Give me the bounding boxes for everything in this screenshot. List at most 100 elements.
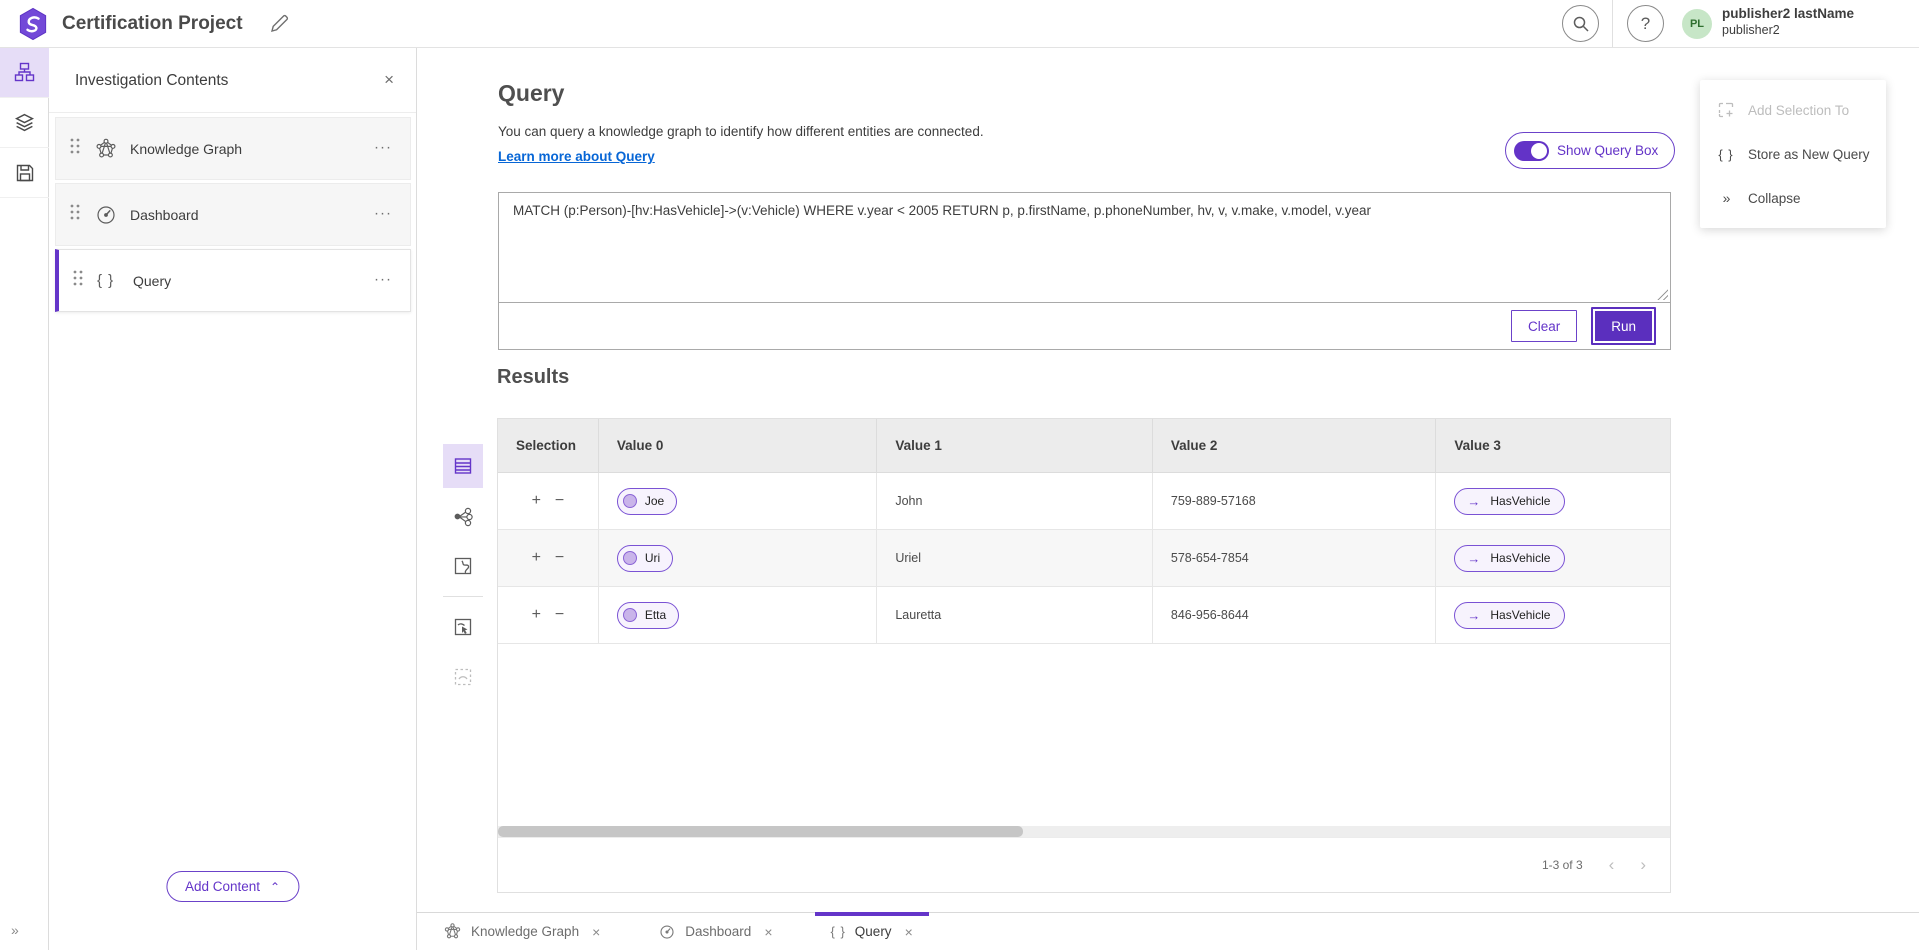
panel-header: Investigation Contents × <box>49 48 416 113</box>
tab-knowledge-graph[interactable]: Knowledge Graph × <box>427 913 616 950</box>
prev-page-icon[interactable]: ‹ <box>1609 855 1615 875</box>
avatar[interactable]: PL <box>1682 9 1712 39</box>
value1-cell: Lauretta <box>877 587 1153 643</box>
user-menu[interactable]: publisher2 lastName publisher2 <box>1722 6 1854 39</box>
value2-cell: 846-956-8644 <box>1153 587 1437 643</box>
toggle-track[interactable] <box>1514 141 1549 161</box>
braces-icon: { } <box>831 924 846 939</box>
entity-pill[interactable]: Joe <box>617 488 677 515</box>
remove-selection-icon[interactable]: − <box>555 493 564 509</box>
rail-layers-button[interactable] <box>0 98 49 148</box>
network-view-button[interactable] <box>443 494 483 538</box>
value0-cell: Joe <box>599 473 878 529</box>
menu-item-collapse[interactable]: » Collapse <box>1700 176 1886 220</box>
collapse-icon: » <box>1716 190 1736 206</box>
run-button[interactable]: Run <box>1591 307 1656 345</box>
user-sub-name: publisher2 <box>1722 23 1854 39</box>
add-selection-icon[interactable]: + <box>532 493 541 509</box>
show-query-box-toggle[interactable]: Show Query Box <box>1505 132 1675 169</box>
app-window: Certification Project ? PL publisher2 la… <box>0 0 1919 950</box>
relationship-pill[interactable]: → HasVehicle <box>1454 488 1565 515</box>
view-divider <box>443 596 483 597</box>
scrollbar-thumb[interactable] <box>498 826 1023 837</box>
map-select-icon <box>453 617 473 637</box>
app-logo-icon[interactable] <box>16 7 50 41</box>
help-button[interactable]: ? <box>1627 5 1664 42</box>
resize-grip-icon[interactable] <box>1657 289 1668 300</box>
expand-rail-icon[interactable]: » <box>11 922 18 938</box>
close-panel-icon[interactable]: × <box>384 70 394 90</box>
value0-cell: Etta <box>599 587 878 643</box>
question-icon: ? <box>1641 14 1650 34</box>
item-overflow-menu-icon[interactable]: ··· <box>374 270 392 287</box>
value2-cell: 578-654-7854 <box>1153 530 1437 586</box>
search-button[interactable] <box>1562 5 1599 42</box>
page-title: Certification Project <box>62 0 243 48</box>
drag-handle-icon[interactable] <box>70 204 84 225</box>
query-description: You can query a knowledge graph to ident… <box>498 124 984 139</box>
table-row: + − Joe John 759-889-57168 → HasVehicle <box>498 473 1670 530</box>
results-heading: Results <box>497 366 569 389</box>
relationship-pill[interactable]: → HasVehicle <box>1454 602 1565 629</box>
bottom-tab-bar: Knowledge Graph × Dashboard × { } Query … <box>417 912 1919 950</box>
add-content-button[interactable]: Add Content ⌃ <box>166 871 299 902</box>
selection-cell: + − <box>498 587 599 643</box>
sidebar-item-label: Dashboard <box>130 207 199 223</box>
remove-selection-icon[interactable]: − <box>555 607 564 623</box>
entity-pill[interactable]: Uri <box>617 545 673 572</box>
menu-item-store-as-new-query[interactable]: { } Store as New Query <box>1700 132 1886 176</box>
network-icon <box>453 506 474 527</box>
query-heading: Query <box>498 80 564 107</box>
close-tab-icon[interactable]: × <box>592 924 600 940</box>
tab-query[interactable]: { } Query × <box>815 913 929 950</box>
close-tab-icon[interactable]: × <box>905 924 913 940</box>
table-view-button[interactable] <box>443 444 483 488</box>
remove-selection-icon[interactable]: − <box>555 550 564 566</box>
table-header-row: Selection Value 0 Value 1 Value 2 Value … <box>498 418 1670 473</box>
column-header[interactable]: Selection <box>498 419 599 472</box>
item-overflow-menu-icon[interactable]: ··· <box>374 138 392 155</box>
item-overflow-menu-icon[interactable]: ··· <box>374 204 392 221</box>
save-icon <box>15 163 35 183</box>
edit-title-icon[interactable] <box>268 13 290 35</box>
pagination-info: 1-3 of 3 <box>1542 858 1583 872</box>
sidebar-item-dashboard[interactable]: Dashboard ··· <box>55 183 411 246</box>
relationship-pill[interactable]: → HasVehicle <box>1454 545 1565 572</box>
query-context-menu: Add Selection To { } Store as New Query … <box>1700 80 1886 228</box>
dashed-selection-icon <box>453 667 473 687</box>
tab-dashboard[interactable]: Dashboard × <box>642 913 788 950</box>
column-header[interactable]: Value 1 <box>877 419 1153 472</box>
add-selection-icon[interactable]: + <box>532 607 541 623</box>
entity-pill[interactable]: Etta <box>617 602 679 629</box>
user-name: publisher2 lastName <box>1722 6 1854 23</box>
column-header[interactable]: Value 3 <box>1436 419 1670 472</box>
horizontal-scrollbar[interactable] <box>498 826 1670 837</box>
sidebar-item-knowledge-graph[interactable]: Knowledge Graph ··· <box>55 117 411 180</box>
table-row: + − Etta Lauretta 846-956-8644 → HasVehi… <box>498 587 1670 644</box>
search-icon <box>1572 15 1590 33</box>
value1-cell: John <box>877 473 1153 529</box>
drag-handle-icon[interactable] <box>70 138 84 159</box>
arrow-right-icon: → <box>1467 494 1480 509</box>
sidebar-item-query[interactable]: { } Query ··· <box>55 249 411 312</box>
rail-save-button[interactable] <box>0 148 49 198</box>
column-header[interactable]: Value 2 <box>1153 419 1437 472</box>
add-selection-icon[interactable]: + <box>532 550 541 566</box>
add-to-map-button[interactable] <box>443 605 483 649</box>
close-tab-icon[interactable]: × <box>764 924 772 940</box>
drag-handle-icon[interactable] <box>73 270 87 291</box>
panel-title: Investigation Contents <box>75 72 228 90</box>
learn-more-link[interactable]: Learn more about Query <box>498 149 655 164</box>
map-view-button[interactable] <box>443 544 483 588</box>
column-header[interactable]: Value 0 <box>599 419 878 472</box>
entity-node-icon <box>623 494 637 508</box>
hierarchy-icon <box>14 62 35 83</box>
investigation-contents-panel: Investigation Contents × Knowledge G <box>49 48 417 950</box>
results-table: Selection Value 0 Value 1 Value 2 Value … <box>497 418 1671 893</box>
clear-button[interactable]: Clear <box>1511 310 1577 342</box>
rail-investigation-contents-button[interactable] <box>0 48 49 98</box>
query-input[interactable]: MATCH (p:Person)-[hv:HasVehicle]->(v:Veh… <box>499 193 1670 303</box>
results-view-switcher <box>443 444 483 705</box>
toggle-label: Show Query Box <box>1557 143 1658 158</box>
next-page-icon[interactable]: › <box>1640 855 1646 875</box>
